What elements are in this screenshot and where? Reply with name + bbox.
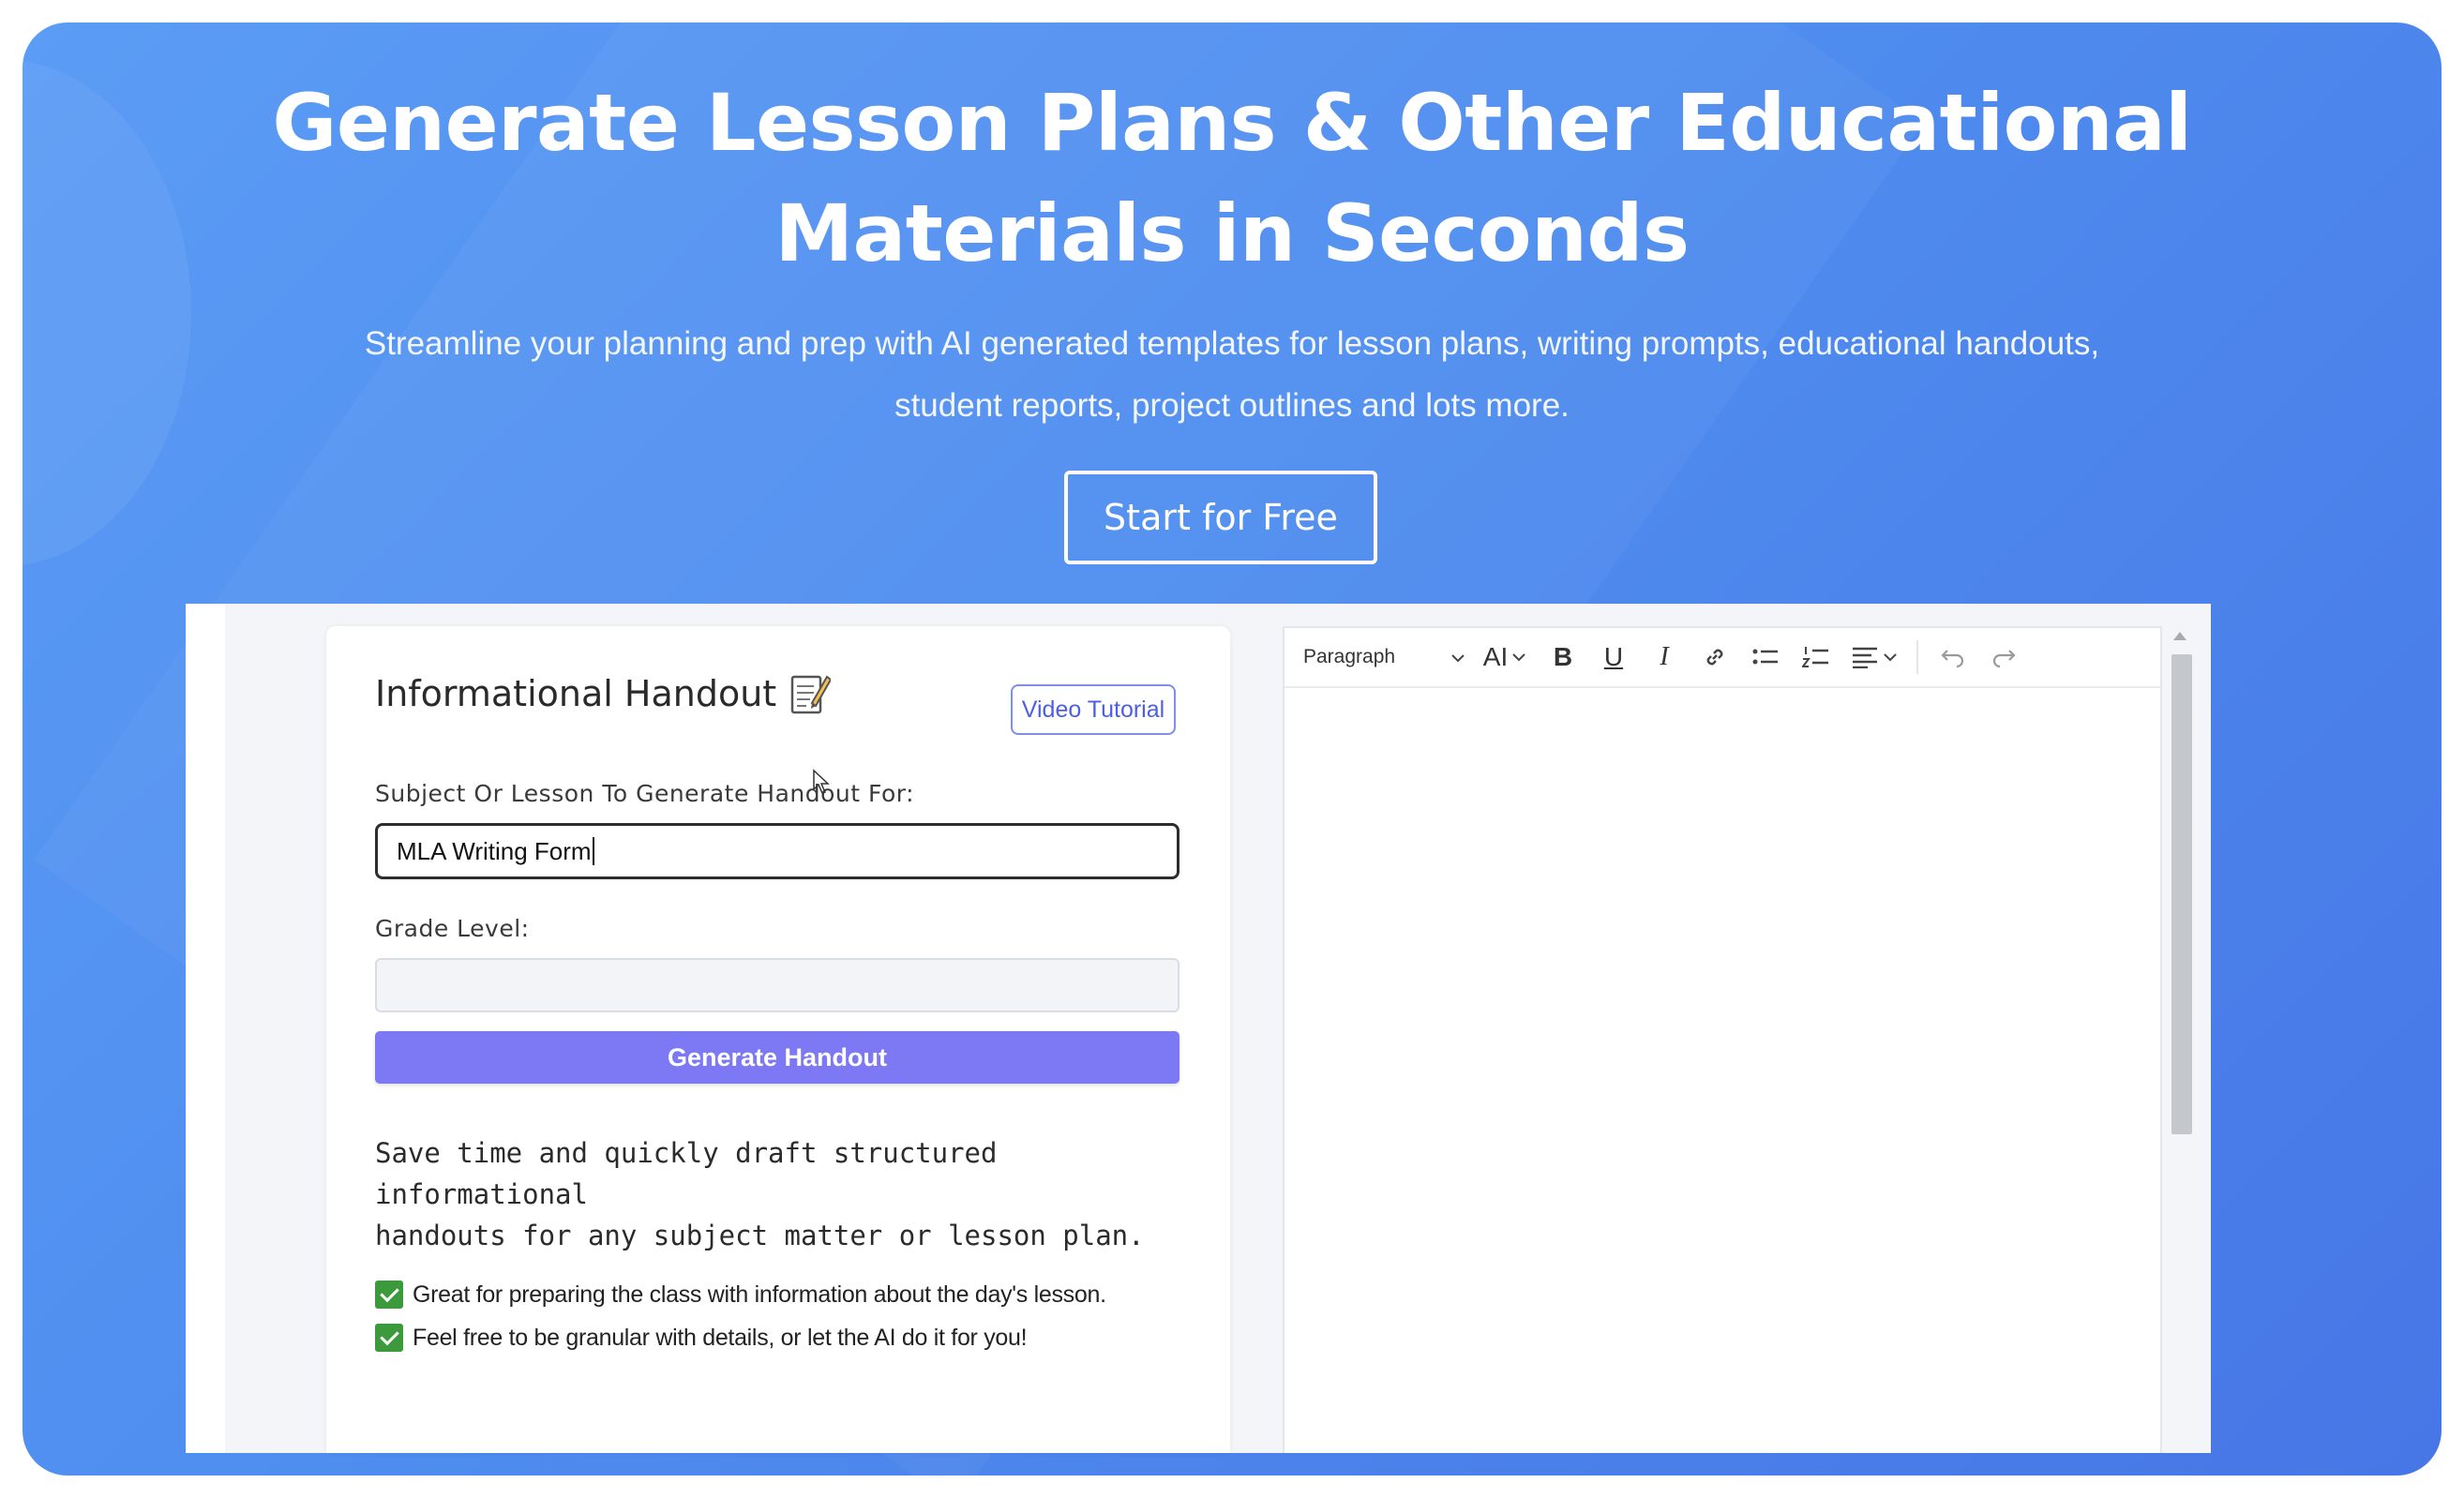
toolbar-divider xyxy=(1916,640,1918,674)
subject-input-value: MLA Writing Form xyxy=(397,836,592,865)
list-item: Great for preparing the class with infor… xyxy=(375,1273,1219,1316)
video-tutorial-button[interactable]: Video Tutorial xyxy=(1011,684,1176,735)
italic-button[interactable]: I xyxy=(1639,638,1690,676)
start-for-free-button[interactable]: Start for Free xyxy=(1064,471,1377,564)
app-preview: Informational Handout Video Tutorial Sub… xyxy=(186,604,2211,1453)
italic-label: I xyxy=(1660,642,1669,671)
rich-text-editor: Paragraph AI B U I xyxy=(1283,626,2162,1453)
memo-icon xyxy=(789,671,833,716)
numbered-list-icon[interactable] xyxy=(1791,638,1841,676)
handout-form-panel: Informational Handout Video Tutorial Sub… xyxy=(326,626,1230,1453)
editor-toolbar: Paragraph AI B U I xyxy=(1285,628,2160,688)
generate-handout-button[interactable]: Generate Handout xyxy=(375,1031,1179,1084)
scroll-up-arrow[interactable] xyxy=(2173,632,2186,640)
chevron-down-icon[interactable] xyxy=(1444,648,1472,667)
subject-label: Subject Or Lesson To Generate Handout Fo… xyxy=(375,780,915,807)
check-icon xyxy=(375,1324,403,1352)
block-format-select[interactable]: Paragraph xyxy=(1303,646,1444,668)
list-item-text: Feel free to be granular with details, o… xyxy=(413,1324,1028,1351)
underline-button[interactable]: U xyxy=(1588,638,1639,676)
description-line: handouts for any subject matter or lesso… xyxy=(375,1220,1145,1251)
align-left-icon[interactable] xyxy=(1841,638,1907,676)
font-size-label: AI xyxy=(1482,642,1509,671)
undo-icon[interactable] xyxy=(1928,638,1978,676)
list-item: Feel free to be granular with details, o… xyxy=(375,1316,1219,1359)
description-line: Save time and quickly draft structured i… xyxy=(375,1137,998,1210)
bullet-list-icon[interactable] xyxy=(1740,638,1791,676)
hero-title: Generate Lesson Plans & Other Educationa… xyxy=(23,67,2441,289)
bold-button[interactable]: B xyxy=(1538,638,1588,676)
app-workspace: Informational Handout Video Tutorial Sub… xyxy=(225,604,2211,1453)
font-size-button[interactable]: AI xyxy=(1472,638,1538,676)
list-item-text: Great for preparing the class with infor… xyxy=(413,1281,1106,1308)
form-description: Save time and quickly draft structured i… xyxy=(375,1132,1181,1256)
chevron-down-icon xyxy=(1884,653,1897,662)
editor-scrollbar[interactable] xyxy=(2162,626,2194,1453)
editor-content-area[interactable] xyxy=(1285,690,2160,1455)
feature-list: Great for preparing the class with infor… xyxy=(375,1273,1219,1359)
redo-icon[interactable] xyxy=(1978,638,2029,676)
hero-subtitle-line: Streamline your planning and prep with A… xyxy=(364,325,2100,362)
hero-title-line: Generate Lesson Plans & Other Educationa… xyxy=(272,77,2192,169)
subject-input[interactable]: MLA Writing Form xyxy=(375,823,1179,879)
panel-title: Informational Handout xyxy=(375,671,833,716)
hero-title-line: Materials in Seconds xyxy=(774,187,1690,279)
hero-subtitle-line: student reports, project outlines and lo… xyxy=(894,387,1570,424)
check-icon xyxy=(375,1281,403,1309)
underline-label: U xyxy=(1603,642,1624,671)
chevron-down-icon xyxy=(1512,653,1525,662)
panel-title-text: Informational Handout xyxy=(375,673,777,714)
grade-level-label: Grade Level: xyxy=(375,915,530,942)
text-caret xyxy=(592,837,594,865)
hero-subtitle: Streamline your planning and prep with A… xyxy=(257,313,2207,437)
scrollbar-thumb[interactable] xyxy=(2171,654,2192,1134)
link-icon[interactable] xyxy=(1690,638,1740,676)
bold-label: B xyxy=(1553,642,1573,671)
grade-level-input[interactable] xyxy=(375,958,1179,1012)
